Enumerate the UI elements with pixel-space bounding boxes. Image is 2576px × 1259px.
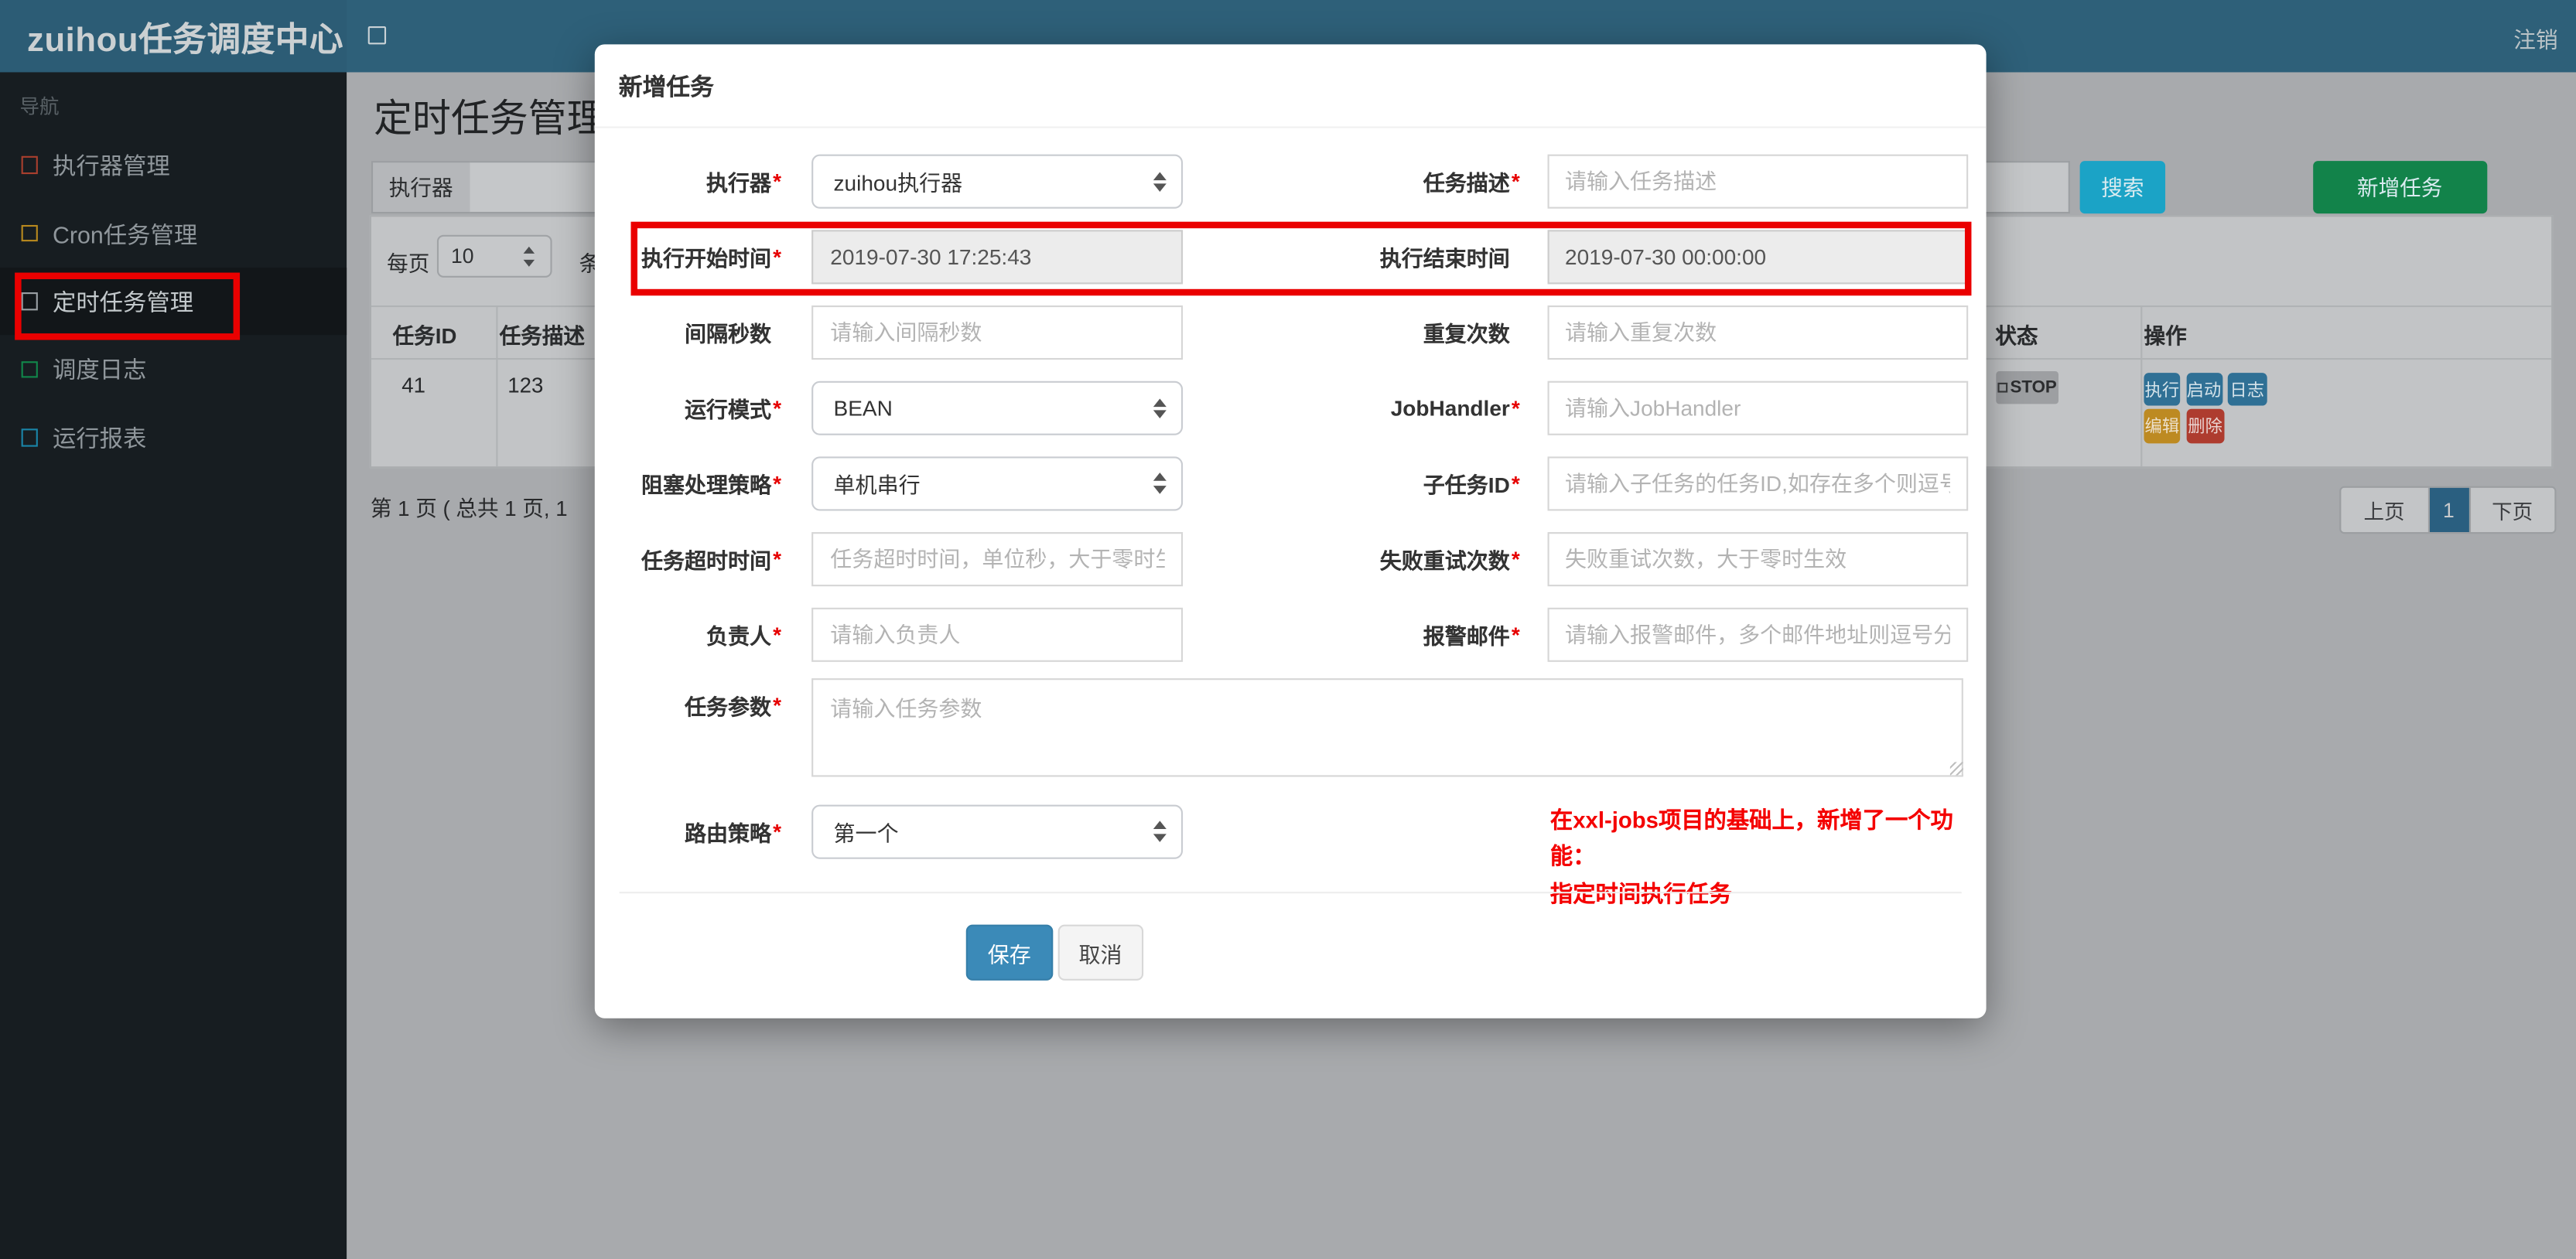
select-stepper-icon (1153, 171, 1167, 193)
author-label: 负责人 * (705, 622, 782, 649)
jobhandler-label: JobHandler * (1390, 396, 1520, 421)
page-title: 定时任务管理 (374, 97, 606, 140)
start-button[interactable]: 启动 (2185, 373, 2222, 406)
task-param-textarea[interactable] (811, 677, 1963, 778)
edit-button[interactable]: 编辑 (2144, 409, 2181, 445)
cancel-button[interactable]: 取消 (1057, 925, 1143, 981)
sidebar-item-dispatch-log[interactable]: 调度日志 (0, 336, 347, 404)
delete-button[interactable]: 删除 (2185, 409, 2225, 445)
select-stepper-icon (1153, 821, 1167, 842)
timeout-label: 任务超时时间 * (641, 546, 782, 573)
select-stepper-icon (521, 246, 535, 267)
executor-label: 执行器 * (705, 169, 782, 196)
sidebar-item-scheduled-task-mgmt[interactable]: 定时任务管理 (0, 267, 347, 336)
status-badge: STOP (1995, 370, 2059, 404)
child-jobid-label: 子任务ID * (1423, 471, 1520, 498)
modal-header-divider (593, 126, 1987, 128)
sidebar-item-cron-task-mgmt[interactable]: Cron任务管理 (0, 200, 347, 268)
sidebar: 导航 执行器管理 Cron任务管理 定时任务管理 调度日志 运行报表 (0, 72, 347, 1259)
modal-title: 新增任务 (618, 75, 714, 102)
task-desc-input[interactable] (1546, 154, 1969, 209)
square-outline-icon (20, 224, 38, 242)
executor-select[interactable]: zuihou执行器 (811, 154, 1184, 209)
author-input[interactable] (811, 607, 1184, 662)
annotation-note: 在xxl-jobs项目的基础上，新增了一个功能： 指定时间执行任务 (1549, 807, 1953, 906)
column-divider (2140, 305, 2143, 467)
start-time-input[interactable] (811, 229, 1184, 284)
run-mode-label: 运行模式 * (684, 396, 782, 422)
log-button[interactable]: 日志 (2227, 373, 2267, 406)
task-param-label: 任务参数 * (684, 692, 782, 719)
next-page-button[interactable]: 下页 (2468, 487, 2555, 533)
square-outline-icon (20, 292, 38, 310)
timeout-input[interactable] (811, 531, 1184, 586)
square-outline-icon (20, 428, 38, 446)
cell-task-id: 41 (401, 373, 425, 397)
end-time-input[interactable] (1546, 229, 1969, 284)
brand-logo: zuihou任务调度中心 (0, 0, 347, 73)
prev-page-button[interactable]: 上页 (2341, 487, 2429, 533)
alarm-email-label: 报警邮件 * (1423, 622, 1520, 649)
fail-retry-input[interactable] (1546, 531, 1969, 586)
fail-retry-label: 失败重试次数 * (1379, 546, 1520, 573)
column-divider (496, 305, 498, 467)
col-header-task-desc: 任务描述 (499, 322, 586, 348)
add-task-modal: 新增任务 执行器* zuihou执行器 任务描述* 执行开始时间* 执行结束时间… (593, 43, 1987, 1019)
sidebar-header: 导航 (19, 94, 60, 118)
route-strategy-label: 路由策略 * (684, 818, 782, 845)
sidebar-item-executor-mgmt[interactable]: 执行器管理 (0, 131, 347, 200)
interval-label: 间隔秒数* (684, 321, 771, 346)
add-task-button[interactable]: 新增任务 (2312, 161, 2488, 213)
col-header-task-id: 任务ID (392, 322, 457, 348)
sidebar-item-run-report[interactable]: 运行报表 (0, 404, 347, 472)
per-page-select[interactable]: 10 (436, 234, 552, 278)
block-strategy-select[interactable]: 单机串行 (811, 455, 1184, 511)
run-button[interactable]: 执行 (2144, 373, 2181, 406)
pagination-summary: 第 1 页 ( 总共 1 页, 1 (370, 496, 568, 521)
current-page-button[interactable]: 1 (2428, 487, 2468, 533)
executor-filter-label: 执行器 (371, 161, 471, 213)
start-time-label: 执行开始时间 * (641, 244, 782, 271)
jobhandler-input[interactable] (1546, 380, 1969, 435)
end-time-label: 执行结束时间* (1379, 246, 1510, 271)
col-header-actions: 操作 (2144, 322, 2187, 348)
task-desc-label: 任务描述 * (1423, 169, 1520, 196)
alarm-email-input[interactable] (1546, 607, 1969, 662)
pagination: 上页 1 下页 (2339, 486, 2557, 534)
brand-title: zuihou任务调度中心 (27, 21, 344, 60)
child-jobid-input[interactable] (1546, 455, 1969, 511)
repeat-count-input[interactable] (1546, 305, 1969, 360)
logout-link[interactable]: 注销 (2513, 22, 2557, 54)
repeat-count-label: 重复次数* (1423, 321, 1510, 346)
square-outline-icon (20, 360, 38, 378)
per-page-prefix: 每页 (387, 251, 430, 276)
modal-footer-divider (618, 891, 1963, 893)
square-outline-icon (1997, 381, 2008, 393)
search-button[interactable]: 搜索 (2079, 161, 2166, 213)
square-outline-icon (20, 156, 38, 174)
interval-input[interactable] (811, 305, 1184, 360)
block-strategy-label: 阻塞处理策略 * (641, 471, 782, 498)
route-strategy-select[interactable]: 第一个 (811, 804, 1184, 858)
select-stepper-icon (1153, 397, 1167, 419)
run-mode-select[interactable]: BEAN (811, 380, 1184, 435)
cell-task-desc: 123 (507, 373, 544, 397)
save-button[interactable]: 保存 (965, 925, 1053, 981)
resize-grip-icon[interactable] (1949, 761, 1963, 775)
select-stepper-icon (1153, 473, 1167, 494)
sidebar-toggle-icon[interactable] (367, 26, 386, 45)
col-header-status: 状态 (1995, 322, 2038, 348)
